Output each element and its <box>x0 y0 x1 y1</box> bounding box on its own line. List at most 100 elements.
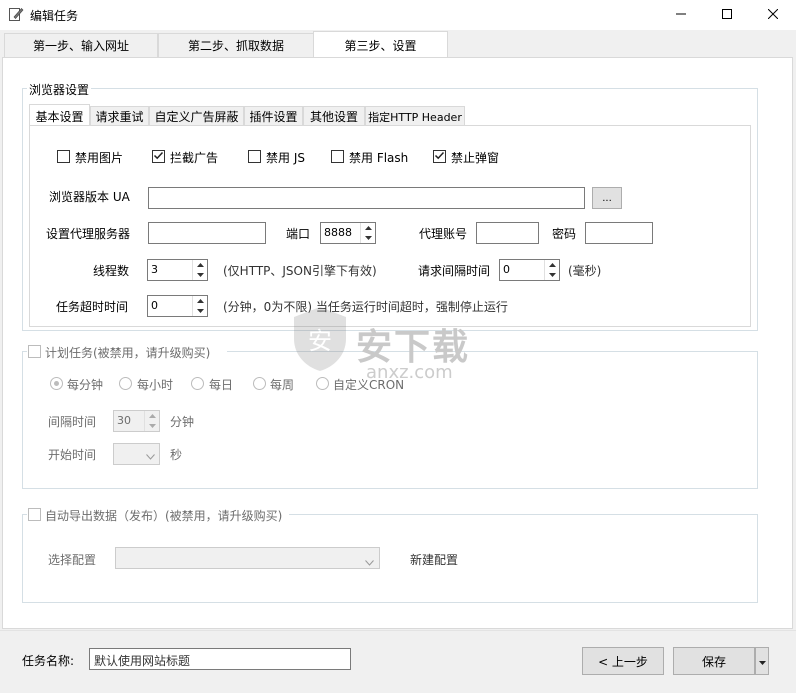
radio-label: 每周 <box>270 378 295 392</box>
schedule-title: 计划任务(被禁用，请升级购买) <box>45 346 211 360</box>
threads-label: 线程数 <box>93 264 130 278</box>
timeout-value: 0 <box>151 299 158 312</box>
window-title: 编辑任务 <box>30 9 79 23</box>
tab-label: 第一步、输入网址 <box>32 39 129 53</box>
tab-label: 第三步、设置 <box>344 38 417 53</box>
threads-value: 3 <box>151 263 158 276</box>
proxy-account-label: 代理账号 <box>419 227 468 241</box>
ua-label: 浏览器版本 UA <box>49 190 130 204</box>
spin-down-icon[interactable] <box>193 306 208 316</box>
prev-step-button[interactable]: < 上一步 <box>582 647 664 675</box>
spin-up-icon[interactable] <box>193 296 208 306</box>
task-name-input[interactable]: 默认使用网站标题 <box>89 648 351 670</box>
export-checkbox[interactable] <box>28 508 41 521</box>
timeout-label: 任务超时时间 <box>56 300 129 314</box>
tab-label: 请求重试 <box>95 110 144 124</box>
new-config-link[interactable]: 新建配置 <box>410 551 458 568</box>
minimize-button[interactable] <box>658 0 704 30</box>
spin-down-icon[interactable] <box>545 270 560 280</box>
schedule-interval-label: 间隔时间 <box>48 415 97 429</box>
tab-label: 基本设置 <box>35 109 84 124</box>
radio-every-day[interactable] <box>191 377 204 390</box>
timeout-stepper[interactable]: 0 <box>147 295 208 317</box>
disable-flash-label: 禁用 Flash <box>349 151 409 165</box>
task-name-label: 任务名称: <box>22 654 75 668</box>
spin-down-icon[interactable] <box>193 270 208 280</box>
spin-up-icon[interactable] <box>545 260 560 270</box>
radio-every-hour[interactable] <box>119 377 132 390</box>
tab-other-settings[interactable]: 其他设置 <box>303 106 365 126</box>
ua-input[interactable] <box>148 187 585 209</box>
tab-basic-settings[interactable]: 基本设置 <box>29 104 90 127</box>
disable-images-checkbox[interactable] <box>57 150 70 163</box>
block-ads-label: 拦截广告 <box>170 151 219 165</box>
save-dropdown-button[interactable] <box>755 647 769 675</box>
save-button[interactable]: 保存 <box>673 647 755 675</box>
proxy-account-input[interactable] <box>476 222 539 244</box>
maximize-button[interactable] <box>704 0 750 30</box>
radio-label: 每分钟 <box>67 378 104 392</box>
checkmark-icon <box>153 150 164 164</box>
chevron-down-icon <box>758 654 766 668</box>
block-ads-checkbox[interactable] <box>152 150 165 163</box>
schedule-start-dropdown[interactable] <box>113 443 160 465</box>
radio-every-minute[interactable] <box>50 377 63 390</box>
proxy-label: 设置代理服务器 <box>46 227 131 241</box>
radio-label: 每日 <box>209 378 234 392</box>
tab-label: 其他设置 <box>309 110 358 124</box>
browser-settings-title: 浏览器设置 <box>27 81 92 98</box>
close-button[interactable] <box>750 0 796 30</box>
ua-browse-button[interactable]: ... <box>592 187 622 209</box>
title-bar: 编辑任务 <box>0 0 796 30</box>
svg-text:安: 安 <box>308 327 332 355</box>
close-icon <box>767 8 779 22</box>
schedule-interval-unit: 分钟 <box>170 415 195 429</box>
tab-label: 第二步、抓取数据 <box>187 39 284 53</box>
interval-value: 0 <box>503 263 510 276</box>
port-label: 端口 <box>286 227 311 241</box>
schedule-interval-stepper[interactable]: 30 <box>113 410 160 432</box>
minimize-icon <box>676 8 686 22</box>
spin-down-icon[interactable] <box>361 233 376 243</box>
spin-up-icon[interactable] <box>361 223 376 233</box>
schedule-start-unit: 秒 <box>170 448 183 462</box>
port-stepper[interactable]: 8888 <box>320 222 376 244</box>
tab-request-retry[interactable]: 请求重试 <box>90 106 149 126</box>
watermark-subtext: anxz.com <box>366 362 453 383</box>
export-config-label: 选择配置 <box>48 553 97 567</box>
tab-step-2[interactable]: 第二步、抓取数据 <box>158 33 314 57</box>
interval-stepper[interactable]: 0 <box>499 259 560 281</box>
shield-watermark-icon: 安 <box>290 305 350 373</box>
radio-custom-cron[interactable] <box>316 377 329 390</box>
export-title: 自动导出数据（发布）(被禁用，请升级购买) <box>45 509 283 523</box>
radio-every-week[interactable] <box>253 377 266 390</box>
tab-plugin-settings[interactable]: 插件设置 <box>244 106 303 126</box>
schedule-start-label: 开始时间 <box>48 448 97 462</box>
spin-up-icon[interactable] <box>193 260 208 270</box>
schedule-checkbox[interactable] <box>28 345 41 358</box>
radio-label: 每小时 <box>137 378 174 392</box>
spin-up-icon[interactable] <box>145 411 160 421</box>
disable-js-checkbox[interactable] <box>248 150 261 163</box>
tab-label: 插件设置 <box>249 110 298 124</box>
spin-down-icon[interactable] <box>145 421 160 431</box>
schedule-interval-value: 30 <box>117 414 131 427</box>
interval-unit: (毫秒) <box>568 264 602 278</box>
export-config-dropdown[interactable] <box>115 547 380 569</box>
tab-step-1[interactable]: 第一步、输入网址 <box>4 33 158 57</box>
port-value: 8888 <box>324 226 352 239</box>
threads-note: (仅HTTP、JSON引擎下有效) <box>223 264 377 278</box>
disable-flash-checkbox[interactable] <box>331 150 344 163</box>
block-popups-label: 禁止弹窗 <box>451 151 500 165</box>
password-input[interactable] <box>585 222 653 244</box>
tab-ad-block[interactable]: 自定义广告屏蔽 <box>149 106 244 126</box>
timeout-note: (分钟，0为不限) 当任务运行时间超时，强制停止运行 <box>223 300 508 314</box>
edit-icon <box>8 6 24 22</box>
threads-stepper[interactable]: 3 <box>147 259 208 281</box>
tab-step-3[interactable]: 第三步、设置 <box>313 31 448 58</box>
disable-images-label: 禁用图片 <box>75 151 124 165</box>
tab-label: 自定义广告屏蔽 <box>154 110 239 124</box>
block-popups-checkbox[interactable] <box>433 150 446 163</box>
proxy-input[interactable] <box>148 222 266 244</box>
tab-http-header[interactable]: 指定HTTP Header <box>365 106 465 126</box>
